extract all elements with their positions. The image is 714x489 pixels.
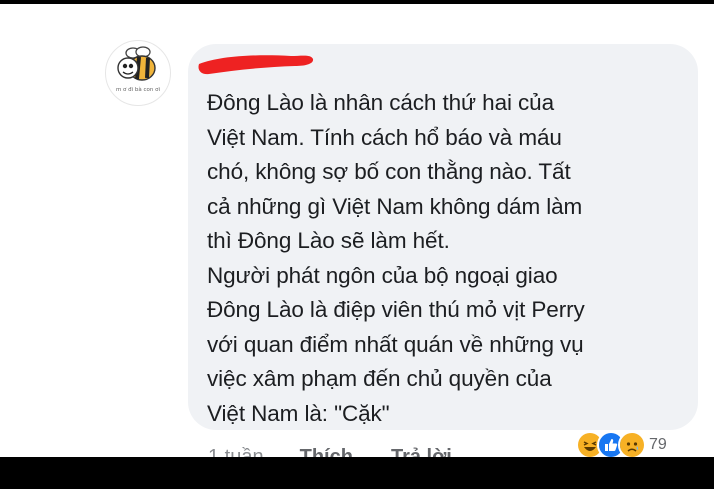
top-border <box>0 0 714 4</box>
avatar-caption: m ơ đi bà con ơi <box>116 86 161 93</box>
bee-avatar-icon: m ơ đi bà con ơi <box>116 46 161 93</box>
comment-text: Đông Lào là nhân cách thứ hai của Việt N… <box>207 90 585 426</box>
bottom-border <box>0 457 714 489</box>
redacted-author-name <box>198 55 314 75</box>
reaction-count: 79 <box>649 436 667 453</box>
avatar[interactable]: m ơ đi bà con ơi <box>105 40 171 106</box>
sad-emoji-icon <box>618 431 646 459</box>
